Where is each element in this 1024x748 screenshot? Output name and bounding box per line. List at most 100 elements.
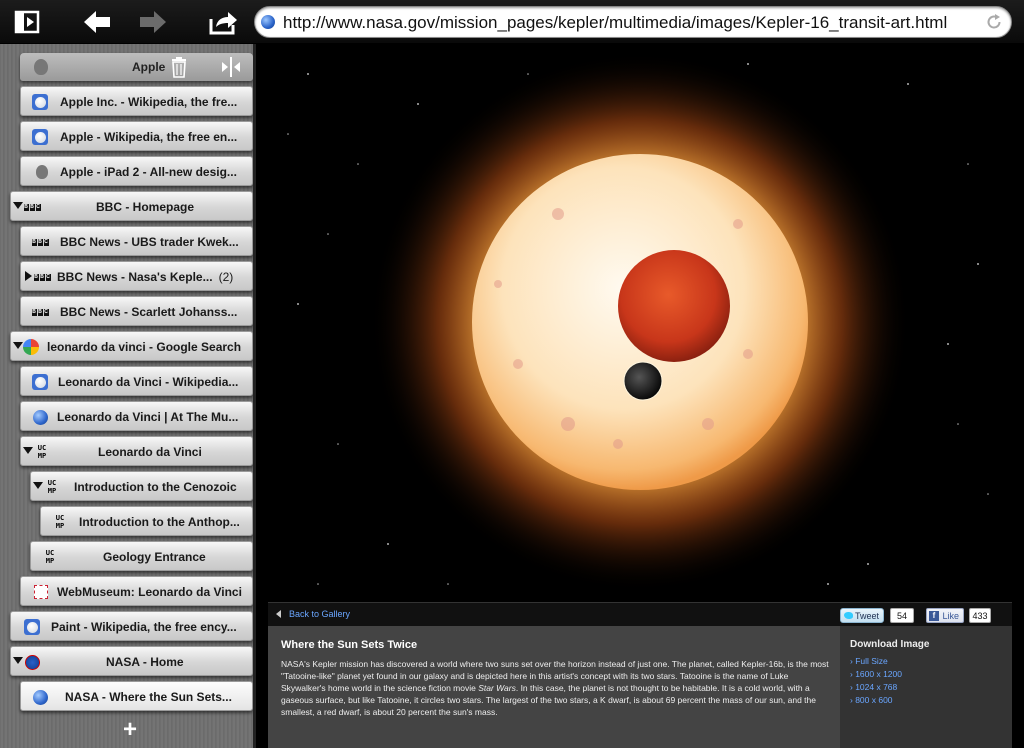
disclosure-down-icon[interactable] bbox=[13, 657, 23, 664]
url-text[interactable]: http://www.nasa.gov/mission_pages/kepler… bbox=[283, 13, 947, 33]
reload-icon[interactable] bbox=[985, 13, 1003, 31]
tab-sidebar: Apple Apple Inc. - Wikipedia, the fre...… bbox=[0, 44, 256, 748]
download-full-size-link[interactable]: › Full Size bbox=[850, 656, 888, 666]
tab-item[interactable]: BBC BBC News - UBS trader Kwek... bbox=[20, 226, 253, 256]
disclosure-down-icon[interactable] bbox=[33, 482, 43, 489]
image-description: NASA's Kepler mission has discovered a w… bbox=[281, 659, 829, 717]
ucmp-icon: UC MP bbox=[45, 549, 55, 565]
image-description-panel: Where the Sun Sets Twice NASA's Kepler m… bbox=[268, 626, 840, 748]
site-globe-icon bbox=[261, 15, 275, 29]
wikipedia-icon bbox=[32, 129, 48, 145]
bbc-icon: BBC bbox=[31, 308, 49, 316]
disclosure-down-icon[interactable] bbox=[23, 447, 33, 454]
tab-group-bbc-nasa[interactable]: BBC BBC News - Nasa's Keple... (2) bbox=[20, 261, 253, 291]
globe-icon bbox=[32, 409, 48, 425]
sidebar-header-label: Apple bbox=[132, 60, 166, 74]
tab-label: Leonardo da Vinci | At The Mu... bbox=[57, 410, 239, 424]
ucmp-icon: UC MP bbox=[47, 479, 57, 495]
like-label: Like bbox=[942, 611, 959, 621]
tab-item[interactable]: Leonardo da Vinci | At The Mu... bbox=[20, 401, 253, 431]
tab-group-ucmp[interactable]: UC MP Leonardo da Vinci bbox=[20, 436, 253, 466]
ucmp-icon: UC MP bbox=[55, 514, 65, 530]
tab-label: BBC - Homepage bbox=[96, 200, 195, 214]
browser-toolbar: http://www.nasa.gov/mission_pages/kepler… bbox=[0, 0, 1024, 44]
back-button[interactable] bbox=[80, 6, 114, 38]
sidebar-toggle-icon bbox=[14, 10, 40, 34]
tab-label: BBC News - Scarlett Johanss... bbox=[60, 305, 238, 319]
tweet-button[interactable]: Tweet bbox=[840, 608, 884, 623]
tab-label: Apple - Wikipedia, the free en... bbox=[60, 130, 238, 144]
facebook-like-button[interactable]: f Like bbox=[926, 608, 964, 623]
google-icon bbox=[23, 339, 39, 355]
forward-button[interactable] bbox=[136, 6, 170, 38]
facebook-icon: f bbox=[929, 611, 939, 621]
like-count: 433 bbox=[969, 608, 991, 623]
tab-item[interactable]: Apple - iPad 2 - All-new desig... bbox=[20, 156, 253, 186]
tab-label: Leonardo da Vinci - Wikipedia... bbox=[58, 375, 239, 389]
tab-label: Apple Inc. - Wikipedia, the fre... bbox=[60, 95, 238, 109]
tab-group-cenozoic[interactable]: UC MP Introduction to the Cenozoic bbox=[30, 471, 253, 501]
bbc-icon: BBC bbox=[31, 238, 49, 246]
disclosure-down-icon[interactable] bbox=[13, 202, 23, 209]
tab-label: BBC News - Nasa's Keple... (2) bbox=[57, 270, 234, 284]
tab-item[interactable]: UC MP Introduction to the Anthop... bbox=[40, 506, 253, 536]
download-1600-link[interactable]: › 1600 x 1200 bbox=[850, 669, 902, 679]
sidebar-group-header[interactable]: Apple bbox=[20, 53, 253, 81]
tab-label: Paint - Wikipedia, the free ency... bbox=[51, 620, 237, 634]
tab-label: NASA - Home bbox=[106, 655, 184, 669]
wikipedia-icon bbox=[32, 374, 48, 390]
trash-icon[interactable] bbox=[170, 56, 188, 78]
tab-item[interactable]: WebMuseum: Leonardo da Vinci bbox=[20, 576, 253, 606]
web-content: Back to Gallery Tweet 54 f Like 433 Wher… bbox=[256, 44, 1024, 748]
share-button[interactable] bbox=[206, 6, 240, 38]
tab-label: Geology Entrance bbox=[103, 550, 206, 564]
split-view-icon[interactable] bbox=[220, 57, 242, 77]
new-tab-button[interactable]: + bbox=[118, 718, 142, 742]
tab-label: Apple - iPad 2 - All-new desig... bbox=[60, 165, 237, 179]
tab-item[interactable]: BBC BBC News - Scarlett Johanss... bbox=[20, 296, 253, 326]
tab-item[interactable]: Paint - Wikipedia, the free ency... bbox=[10, 611, 253, 641]
download-1024-link[interactable]: › 1024 x 768 bbox=[850, 682, 897, 692]
tabs-sidebar-button[interactable] bbox=[10, 6, 44, 38]
apple-icon bbox=[34, 59, 48, 75]
tab-item[interactable]: Apple - Wikipedia, the free en... bbox=[20, 121, 253, 151]
back-to-gallery-link[interactable]: Back to Gallery bbox=[276, 609, 350, 619]
tab-item[interactable]: UC MP Geology Entrance bbox=[30, 541, 253, 571]
wikipedia-icon bbox=[24, 619, 40, 635]
tab-group-google[interactable]: leonardo da vinci - Google Search bbox=[10, 331, 253, 361]
twitter-bird-icon bbox=[844, 612, 853, 619]
tab-item[interactable]: Apple Inc. - Wikipedia, the fre... bbox=[20, 86, 253, 116]
apple-icon bbox=[34, 164, 50, 180]
kepler-16-artwork-image bbox=[268, 44, 1012, 602]
address-bar[interactable]: http://www.nasa.gov/mission_pages/kepler… bbox=[254, 6, 1012, 38]
tab-label: BBC News - UBS trader Kwek... bbox=[60, 235, 239, 249]
back-arrow-icon bbox=[84, 11, 110, 33]
tab-label: leonardo da vinci - Google Search bbox=[47, 340, 242, 354]
tab-label: NASA - Where the Sun Sets... bbox=[65, 690, 232, 704]
tab-item[interactable]: Leonardo da Vinci - Wikipedia... bbox=[20, 366, 253, 396]
tab-count-badge: (2) bbox=[218, 270, 234, 284]
globe-icon bbox=[32, 689, 48, 705]
download-800-link[interactable]: › 800 x 600 bbox=[850, 695, 893, 705]
wikipedia-icon bbox=[32, 94, 48, 110]
disclosure-down-icon[interactable] bbox=[13, 342, 23, 349]
disclosure-right-icon[interactable] bbox=[25, 271, 32, 281]
tab-item-active[interactable]: NASA - Where the Sun Sets... bbox=[20, 681, 253, 711]
image-title: Where the Sun Sets Twice bbox=[281, 639, 418, 651]
download-title: Download Image bbox=[850, 639, 930, 650]
tab-label: Introduction to the Anthop... bbox=[79, 515, 240, 529]
tab-group-bbc[interactable]: BBC BBC - Homepage bbox=[10, 191, 253, 221]
ucmp-icon: UC MP bbox=[37, 444, 47, 460]
tab-label: Introduction to the Cenozoic bbox=[74, 480, 237, 494]
gallery-bar: Back to Gallery Tweet 54 f Like 433 bbox=[268, 602, 1012, 626]
tweet-label: Tweet bbox=[854, 611, 879, 621]
nasa-icon bbox=[24, 654, 40, 670]
tab-label: Leonardo da Vinci bbox=[98, 445, 202, 459]
bbc-icon: BBC bbox=[33, 273, 51, 281]
tweet-count: 54 bbox=[890, 608, 914, 623]
tab-label: WebMuseum: Leonardo da Vinci bbox=[57, 585, 242, 599]
tab-group-nasa[interactable]: NASA - Home bbox=[10, 646, 253, 676]
download-image-panel: Download Image › Full Size › 1600 x 1200… bbox=[840, 626, 1012, 748]
forward-arrow-icon bbox=[140, 11, 166, 33]
share-icon bbox=[209, 12, 237, 35]
